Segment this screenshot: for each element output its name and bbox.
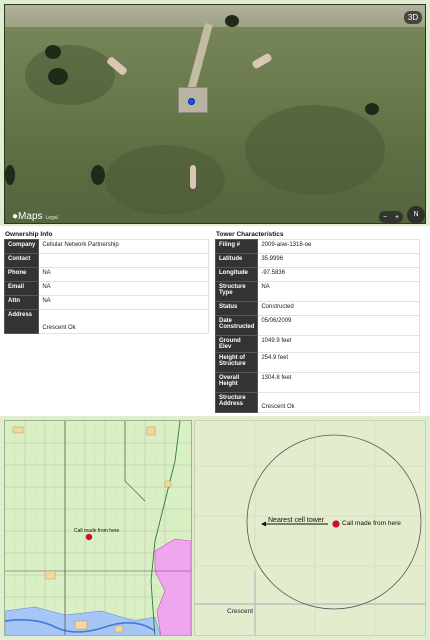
tree [5, 165, 15, 185]
field-shade [245, 105, 385, 195]
guy-anchor [190, 165, 196, 189]
tower-characteristics-title: Tower Characteristics [216, 231, 284, 238]
tower-value: Constructed [257, 301, 420, 316]
ownership-table: Company Cellular Network Partnership Cont… [3, 239, 209, 334]
field-shade [25, 45, 115, 105]
table-row: Contact [3, 253, 209, 268]
satellite-map[interactable]: ●Maps Legal 3D − + N [4, 4, 426, 224]
tower-key: Structure Address [214, 392, 259, 413]
table-row: Email NA [3, 281, 209, 296]
satellite-road-strip [5, 5, 425, 27]
ownership-key: Email [3, 281, 40, 296]
view-3d-label: 3D [407, 13, 419, 22]
ownership-value [38, 253, 209, 268]
tree [91, 165, 105, 185]
tower-key: Latitude [214, 253, 259, 268]
tower-value: 35.9996 [257, 253, 420, 268]
tree [225, 15, 239, 27]
table-row: Company Cellular Network Partnership [3, 239, 209, 254]
tower-value: 1304.8 feet [257, 372, 420, 393]
table-row: Structure Address Crescent Ok [214, 392, 420, 413]
field-shade [105, 145, 225, 215]
tower-info-panel: Ownership Info Company Cellular Network P… [0, 226, 430, 416]
tower-value: 05/06/2009 [257, 315, 420, 336]
tower-key: Height of Structure [214, 352, 259, 373]
table-row: Filing #2009-asw-1318-oe [214, 239, 420, 254]
table-row: Latitude 35.9996 [214, 253, 420, 268]
ownership-value: Crescent Ok [38, 309, 209, 334]
tower-radius-map[interactable]: Nearest cell tower Call made from here C… [194, 420, 426, 636]
ownership-value: NA [38, 267, 209, 282]
table-row: Height of Structure 254.9 feet [214, 352, 420, 373]
tree [45, 45, 61, 59]
tower-key: Ground Elev [214, 335, 259, 353]
ownership-key: Attn [3, 295, 40, 310]
ownership-key: Phone [3, 267, 40, 282]
radius-map-graphic [195, 421, 425, 635]
table-row: Overall Height 1304.8 feet [214, 372, 420, 393]
table-row: Status Constructed [214, 301, 420, 316]
tower-value: 1049.9 feet [257, 335, 420, 353]
ownership-value: Cellular Network Partnership [38, 239, 209, 254]
tower-value: 2009-asw-1318-oe [257, 239, 420, 254]
ownership-value: NA [38, 281, 209, 296]
ownership-key: Address [3, 309, 40, 334]
tower-key: Filing # [214, 239, 259, 254]
table-row: Phone NA [3, 267, 209, 282]
call-location-marker [85, 533, 93, 541]
tower-value: NA [257, 281, 420, 302]
tower-value: -97.5836 [257, 267, 420, 282]
ownership-title: Ownership Info [5, 231, 53, 238]
maps-logo: ●Maps Legal [12, 211, 58, 222]
coverage-map[interactable]: Call made from here [4, 420, 192, 636]
tower-key: Date Constructed [214, 315, 259, 336]
zoom-control[interactable]: − + [379, 211, 403, 223]
table-row: Attn NA [3, 295, 209, 310]
call-location-label: Call made from here [342, 520, 401, 527]
view-3d-button[interactable]: 3D [404, 11, 422, 24]
table-row: Ground Elev 1049.9 feet [214, 335, 420, 353]
table-row: Address Crescent Ok [3, 309, 209, 334]
zoom-out-button[interactable]: − [383, 214, 387, 221]
tower-key: Structure Type [214, 281, 259, 302]
compass-button[interactable]: N [407, 206, 425, 223]
table-row: Structure Type NA [214, 281, 420, 302]
ownership-key: Company [3, 239, 40, 254]
ownership-value: NA [38, 295, 209, 310]
table-row: Date Constructed 05/06/2009 [214, 315, 420, 336]
tower-key: Overall Height [214, 372, 259, 393]
tower-location-marker[interactable] [188, 98, 195, 105]
tree [365, 103, 379, 115]
table-row: Longitude -97.5836 [214, 267, 420, 282]
call-location-marker [332, 520, 340, 528]
tower-value: Crescent Ok [257, 392, 420, 413]
tower-key: Status [214, 301, 259, 316]
tower-value: 254.9 feet [257, 352, 420, 373]
town-label: Crescent [227, 608, 254, 615]
ownership-key: Contact [3, 253, 40, 268]
compass-icon: N [413, 211, 419, 218]
tree [48, 68, 68, 85]
tower-characteristics-table: Filing #2009-asw-1318-oe Latitude 35.9996… [214, 239, 420, 413]
tower-key: Longitude [214, 267, 259, 282]
maps-logo-text: Maps [18, 211, 43, 222]
call-location-label: Call made from here [74, 528, 120, 534]
nearest-tower-label: Nearest cell tower [268, 517, 325, 524]
zoom-in-button[interactable]: + [395, 214, 399, 221]
legal-link[interactable]: Legal [46, 215, 58, 221]
